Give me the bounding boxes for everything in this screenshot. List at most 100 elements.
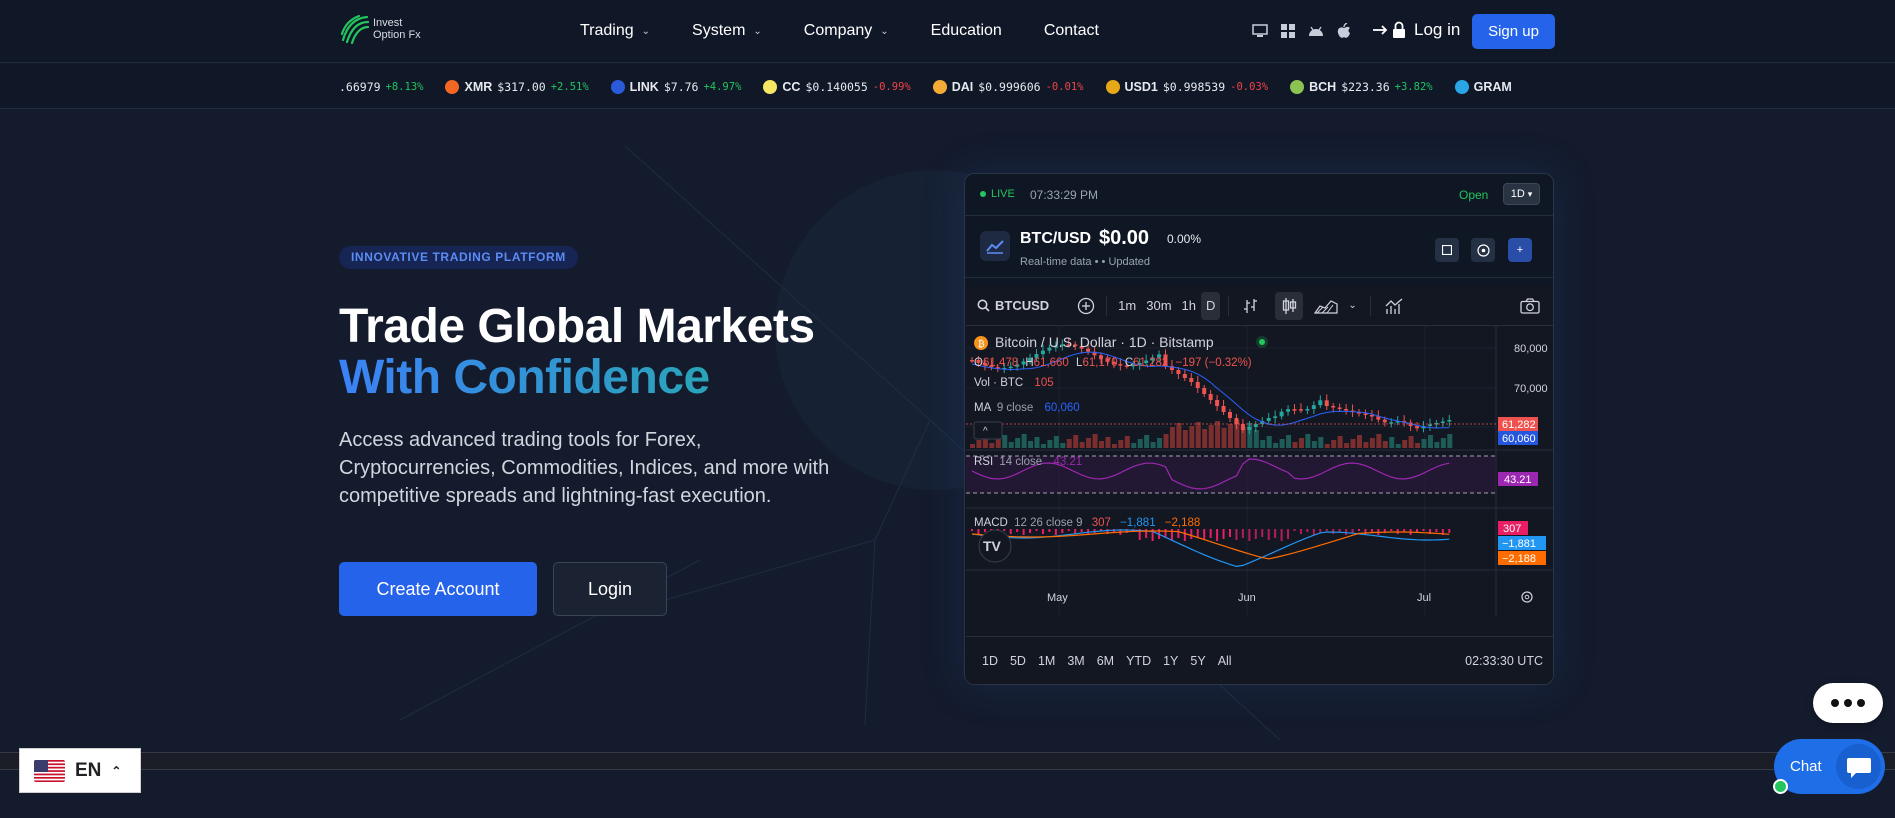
macd-hist-bar — [1229, 529, 1231, 537]
candle — [1215, 400, 1220, 406]
ticker-item[interactable]: GRAM — [1454, 79, 1512, 94]
tradingview-logo[interactable]: TV — [978, 529, 1012, 563]
volume-bar — [1415, 443, 1421, 448]
chart-type-dropdown[interactable]: ⌄ — [1343, 292, 1361, 320]
widget-header: LIVE 07:33:29 PM Open 1D ▾ — [965, 174, 1553, 216]
macd-hist-bar — [1203, 529, 1206, 540]
record-button[interactable] — [1471, 238, 1495, 262]
ticker-item[interactable]: XMR $317.00 +2.51% — [445, 79, 589, 94]
ticker-item[interactable]: DAI $0.999606 -0.01% — [932, 79, 1084, 94]
chart-canvas[interactable]: 80,000 70,000 61,282 60,060 43.21 307 −1… — [966, 326, 1553, 636]
range-button[interactable]: All — [1212, 654, 1238, 668]
timeframe-select[interactable]: 1D ▾ — [1503, 183, 1540, 205]
ticker-symbol: XMR — [464, 79, 493, 94]
range-buttons: 1D 5D 1M 3M 6M YTD 1Y 5Y All — [976, 654, 1238, 668]
ticker-change: +8.13% — [385, 80, 424, 93]
candle — [1279, 411, 1284, 417]
ticker-price: $0.998539 — [1162, 79, 1226, 94]
settings-gear-icon[interactable] — [1521, 591, 1533, 603]
login-link[interactable]: Log in — [1372, 20, 1460, 40]
dot-icon — [1844, 699, 1852, 707]
range-button[interactable]: 6M — [1091, 654, 1120, 668]
volume-bar — [1008, 442, 1014, 448]
range-button[interactable]: 3M — [1061, 654, 1090, 668]
android-icon[interactable] — [1307, 22, 1324, 39]
macd-hist-bar — [1241, 529, 1244, 538]
candle — [1324, 400, 1329, 406]
chat-button[interactable]: Chat — [1774, 739, 1885, 794]
candle — [1202, 388, 1207, 394]
symbol-search[interactable]: BTCUSD — [972, 292, 1054, 320]
nav-item-label: System — [692, 22, 746, 39]
volume-bar — [1086, 438, 1092, 448]
volume-bar — [1150, 442, 1156, 448]
signup-button[interactable]: Sign up — [1472, 14, 1555, 49]
nav-item-trading[interactable]: Trading ⌄ — [580, 22, 650, 40]
nav-item-system[interactable]: System ⌄ — [692, 22, 762, 40]
more-options-bubble[interactable] — [1813, 683, 1883, 723]
nav-item-education[interactable]: Education — [931, 22, 1002, 40]
ticker-item[interactable]: BCH $223.36 +3.82% — [1290, 79, 1433, 94]
create-account-button[interactable]: Create Account — [339, 562, 537, 616]
volume-bar — [1099, 441, 1104, 448]
collapse-legend-button[interactable] — [973, 421, 1003, 440]
brand-logo[interactable]: Invest Option Fx — [339, 14, 421, 44]
volume-bar — [1111, 444, 1117, 448]
interval-1h[interactable]: 1h — [1177, 292, 1201, 320]
compare-button[interactable] — [1072, 292, 1100, 320]
candle — [1292, 409, 1297, 411]
range-button[interactable]: YTD — [1120, 654, 1157, 668]
ticker-price: $7.76 — [663, 79, 699, 94]
range-button[interactable]: 5Y — [1184, 654, 1211, 668]
ticker-change: +4.97% — [703, 80, 742, 93]
add-button[interactable]: + — [1508, 238, 1532, 262]
legend-title: Bitcoin / U.S. Dollar · 1D · Bitstamp — [995, 334, 1214, 350]
volume-bar — [1060, 443, 1066, 448]
ticker-item[interactable]: .66979 +8.13% — [339, 80, 423, 94]
snapshot-button[interactable] — [1515, 292, 1545, 320]
time-axis-label: Jul — [1417, 592, 1431, 604]
ticker-item[interactable]: USD1 $0.998539 -0.03% — [1105, 79, 1268, 94]
ticker-item[interactable]: CC $0.140055 -0.99% — [763, 79, 911, 94]
candles-style-button[interactable] — [1275, 291, 1304, 320]
interval-d[interactable]: D — [1201, 291, 1221, 320]
candle — [1228, 412, 1232, 418]
price-axis-label: 80,000 — [1514, 343, 1548, 355]
ticker-price: $0.999606 — [978, 79, 1041, 94]
range-button[interactable]: 1D — [976, 654, 1004, 668]
ticker-symbol: CC — [782, 79, 801, 94]
volume-bar — [1402, 440, 1408, 448]
volume-bar — [1079, 442, 1085, 448]
chart-line-icon — [980, 231, 1010, 261]
volume-bar — [1240, 427, 1246, 448]
price-ticker: .66979 +8.13% XMR $317.00 +2.51% LINK $7.76 +4.… — [0, 64, 1895, 109]
desktop-icon[interactable] — [1251, 22, 1268, 39]
interval-30m[interactable]: 30m — [1141, 292, 1176, 320]
indicators-button[interactable] — [1379, 292, 1409, 320]
macd-hist-bar — [1261, 529, 1264, 537]
interval-1m[interactable]: 1m — [1113, 292, 1141, 320]
ticker-item[interactable]: LINK $7.76 +4.97% — [610, 79, 742, 94]
apple-icon[interactable] — [1335, 22, 1352, 39]
language-selector[interactable]: EN ⌃ — [19, 748, 141, 793]
volume-bar — [1131, 443, 1137, 448]
macd-hist-bar — [1080, 529, 1083, 532]
bars-style-button[interactable] — [1237, 292, 1265, 320]
macd-hist-bar — [1196, 529, 1199, 537]
stop-button[interactable] — [1435, 238, 1459, 262]
macd-hist-bar — [1029, 529, 1032, 533]
range-button[interactable]: 1Y — [1157, 654, 1184, 668]
nav-item-contact[interactable]: Contact — [1044, 22, 1099, 40]
area-style-button[interactable] — [1309, 292, 1343, 320]
windows-icon[interactable] — [1279, 22, 1296, 39]
volume-bar — [1144, 435, 1150, 448]
range-button[interactable]: 5D — [1004, 654, 1032, 668]
volume-bar — [1395, 444, 1401, 448]
candle — [1286, 409, 1291, 412]
macd-hist-bar — [1287, 529, 1290, 539]
volume-bar — [1318, 437, 1324, 448]
hero-login-button[interactable]: Login — [553, 562, 667, 616]
nav-item-company[interactable]: Company ⌄ — [804, 22, 889, 40]
range-button[interactable]: 1M — [1032, 654, 1061, 668]
tradingview-chart[interactable]: BTCUSD 1m 30m 1h D ⌄ 80,000 70,000 61,28… — [966, 286, 1553, 684]
